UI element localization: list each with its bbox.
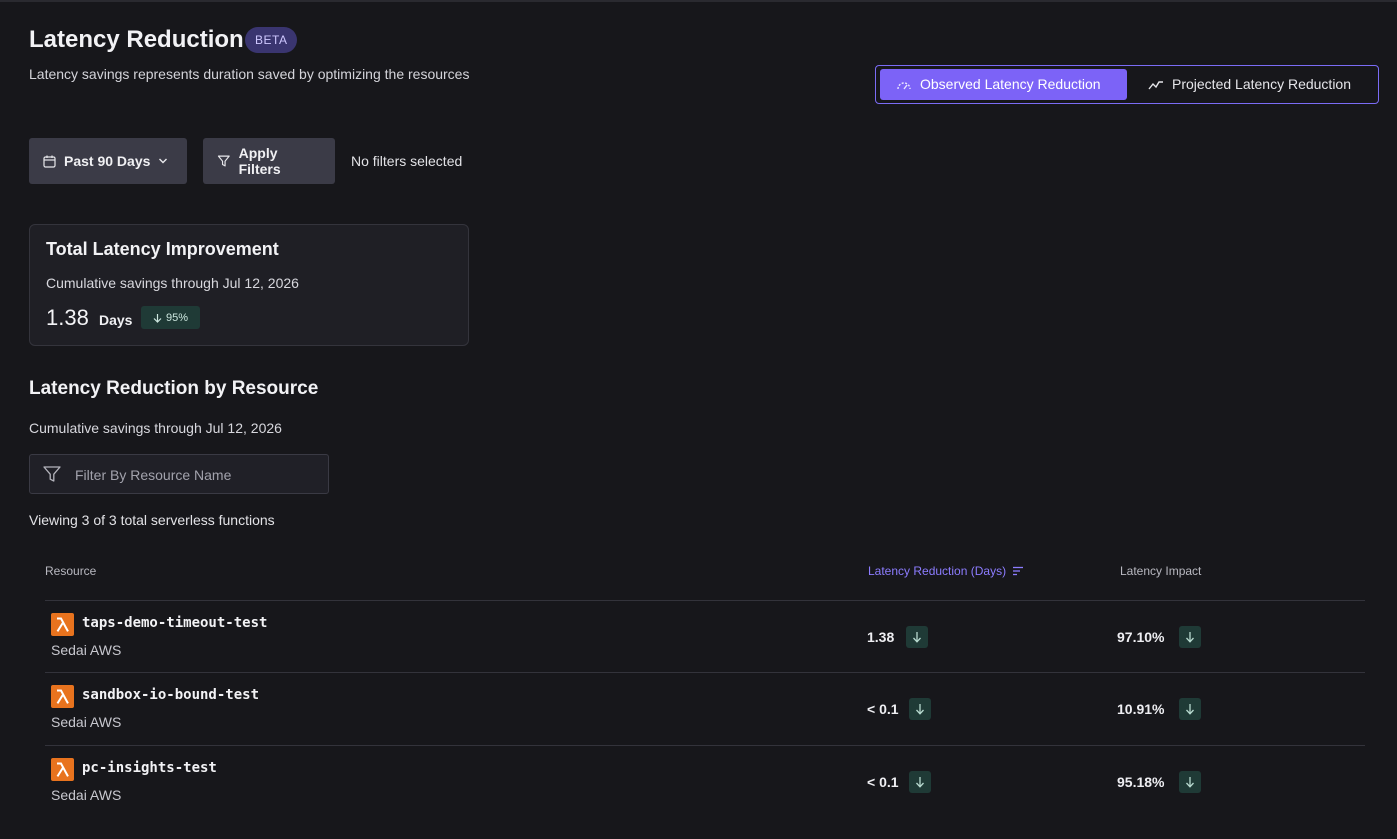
resource-name[interactable]: pc-insights-test — [82, 760, 217, 776]
change-badge: 95% — [141, 306, 200, 329]
filter-icon — [43, 466, 61, 482]
latency-impact-value: 95.18% — [1117, 774, 1165, 790]
resource-provider: Sedai AWS — [51, 714, 122, 730]
chevron-down-icon — [159, 158, 168, 164]
table-row[interactable]: taps-demo-timeout-test Sedai AWS 1.38 97… — [45, 600, 1365, 673]
top-divider — [0, 0, 1397, 2]
card-title: Total Latency Improvement — [46, 239, 279, 259]
latency-reduction-value: < 0.1 — [867, 701, 899, 717]
total-latency-card: Total Latency Improvement Cumulative sav… — [29, 224, 469, 346]
column-header-latency-reduction[interactable]: Latency Reduction (Days) — [868, 564, 1024, 578]
section-title: Latency Reduction by Resource — [29, 378, 319, 399]
apply-filters-button[interactable]: Apply Filters — [203, 138, 335, 184]
arrow-down-icon — [1179, 626, 1201, 648]
lambda-icon — [51, 685, 74, 708]
observed-latency-label: Observed Latency Reduction — [920, 76, 1101, 92]
gauge-icon — [897, 81, 911, 89]
projected-latency-label: Projected Latency Reduction — [1172, 76, 1351, 92]
table-row[interactable]: pc-insights-test Sedai AWS < 0.1 95.18% — [45, 745, 1365, 818]
section-subtitle: Cumulative savings through Jul 12, 2026 — [29, 420, 282, 436]
latency-reduction-value: < 0.1 — [867, 774, 899, 790]
resource-provider: Sedai AWS — [51, 642, 122, 658]
latency-impact-value: 97.10% — [1117, 629, 1165, 645]
page-title: Latency Reduction — [29, 26, 244, 53]
trend-line-icon — [1148, 80, 1163, 89]
latency-view-toggle: Observed Latency Reduction Projected Lat… — [875, 65, 1379, 104]
lambda-icon — [51, 758, 74, 781]
column-header-latency-reduction-label: Latency Reduction (Days) — [868, 564, 1007, 578]
lambda-icon — [51, 613, 74, 636]
arrow-down-icon — [1179, 698, 1201, 720]
total-latency-unit: Days — [99, 312, 133, 328]
arrow-down-icon — [1179, 771, 1201, 793]
observed-latency-tab[interactable]: Observed Latency Reduction — [880, 69, 1127, 100]
result-count: Viewing 3 of 3 total serverless function… — [29, 512, 275, 528]
projected-latency-tab[interactable]: Projected Latency Reduction — [1132, 69, 1376, 100]
filter-icon — [217, 155, 230, 167]
resource-name[interactable]: sandbox-io-bound-test — [82, 687, 259, 703]
arrow-down-icon — [909, 771, 931, 793]
column-header-resource[interactable]: Resource — [45, 564, 96, 578]
card-subtitle: Cumulative savings through Jul 12, 2026 — [46, 275, 299, 291]
date-range-label: Past 90 Days — [64, 153, 151, 169]
table-row[interactable]: sandbox-io-bound-test Sedai AWS < 0.1 10… — [45, 672, 1365, 745]
latency-reduction-value: 1.38 — [867, 629, 895, 645]
beta-badge: BETA — [245, 27, 298, 53]
arrow-down-icon — [153, 313, 162, 323]
total-latency-value: 1.38 — [46, 305, 89, 330]
calendar-icon — [43, 155, 56, 168]
resource-search — [29, 454, 329, 494]
arrow-down-icon — [909, 698, 931, 720]
column-header-latency-impact[interactable]: Latency Impact — [1120, 564, 1201, 578]
page-subtitle: Latency savings represents duration save… — [29, 66, 470, 82]
resource-search-input[interactable] — [73, 463, 317, 487]
resource-provider: Sedai AWS — [51, 787, 122, 803]
resource-name[interactable]: taps-demo-timeout-test — [82, 615, 267, 631]
change-value: 95% — [165, 311, 189, 324]
latency-impact-value: 10.91% — [1117, 701, 1165, 717]
filter-status-text: No filters selected — [351, 153, 463, 169]
sort-icon — [1013, 566, 1024, 576]
arrow-down-icon — [906, 626, 928, 648]
apply-filters-label: Apply Filters — [238, 145, 281, 177]
date-range-dropdown[interactable]: Past 90 Days — [29, 138, 187, 184]
